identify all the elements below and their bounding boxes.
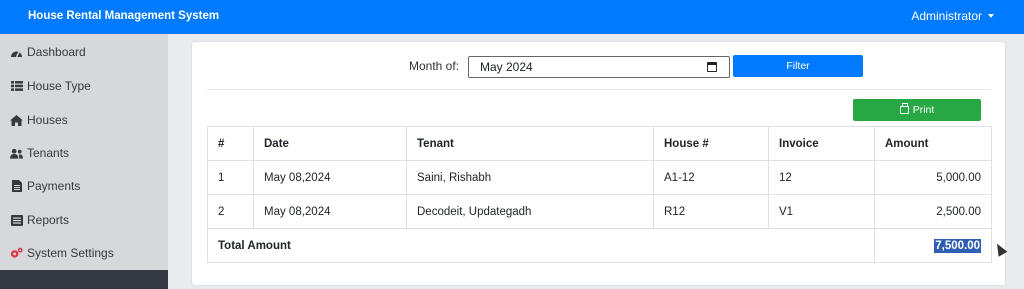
month-input[interactable]: May 2024 bbox=[468, 56, 730, 78]
file-invoice-icon bbox=[10, 180, 23, 193]
cell-house: A1-12 bbox=[653, 160, 769, 195]
sidebar-item-dashboard[interactable]: Dashboard bbox=[10, 42, 86, 62]
cell-tenant: Decodeit, Updategadh bbox=[406, 194, 654, 229]
sidebar-item-reports[interactable]: Reports bbox=[10, 210, 69, 230]
calendar-icon[interactable] bbox=[707, 62, 717, 72]
sidebar-item-label: Dashboard bbox=[27, 45, 86, 59]
cell-amount: 5,000.00 bbox=[874, 160, 992, 195]
users-icon bbox=[10, 147, 23, 160]
column-header-tenant: Tenant bbox=[406, 126, 654, 161]
home-icon bbox=[10, 114, 23, 127]
caret-down-icon bbox=[988, 14, 994, 18]
sidebar-footer bbox=[0, 270, 168, 289]
column-header-number: # bbox=[207, 126, 254, 161]
user-menu[interactable]: Administrator bbox=[911, 9, 994, 23]
top-navbar: House Rental Management System Administr… bbox=[0, 0, 1024, 34]
payments-report-table: # Date Tenant House # Invoice Amount 1 M… bbox=[207, 126, 992, 263]
sidebar-item-label: Payments bbox=[27, 179, 81, 193]
list-icon bbox=[10, 80, 23, 93]
sidebar-item-payments[interactable]: Payments bbox=[10, 176, 80, 196]
sidebar-item-tenants[interactable]: Tenants bbox=[10, 143, 69, 163]
month-input-value: May 2024 bbox=[480, 60, 533, 74]
filter-button[interactable]: Filter bbox=[733, 55, 863, 77]
cell-number: 1 bbox=[207, 160, 254, 195]
print-button[interactable]: Print bbox=[853, 99, 981, 121]
sidebar-item-system-settings[interactable]: System Settings bbox=[10, 243, 114, 263]
sidebar-item-label: Houses bbox=[27, 113, 68, 127]
sidebar-item-label: Reports bbox=[27, 213, 70, 227]
sidebar-item-label: House Type bbox=[27, 79, 91, 93]
cell-tenant: Saini, Rishabh bbox=[406, 160, 654, 195]
sidebar-item-label: Tenants bbox=[27, 146, 70, 160]
column-header-invoice: Invoice bbox=[768, 126, 875, 161]
cell-number: 2 bbox=[207, 194, 254, 229]
sidebar-item-label: System Settings bbox=[27, 246, 114, 260]
column-header-date: Date bbox=[253, 126, 407, 161]
total-row: Total Amount 7,500.00 bbox=[207, 228, 992, 263]
divider bbox=[207, 89, 991, 90]
print-button-label: Print bbox=[912, 104, 935, 116]
list-alt-icon bbox=[10, 214, 23, 227]
table-header-row: # Date Tenant House # Invoice Amount bbox=[207, 126, 992, 161]
cell-house: R12 bbox=[653, 194, 769, 229]
sidebar-item-house-type[interactable]: House Type bbox=[10, 76, 91, 96]
tachometer-icon bbox=[10, 46, 23, 59]
cell-date: May 08,2024 bbox=[253, 194, 407, 229]
month-filter-label: Month of: bbox=[409, 59, 460, 73]
column-header-house: House # bbox=[653, 126, 769, 161]
user-name: Administrator bbox=[911, 9, 982, 23]
column-header-amount: Amount bbox=[874, 126, 992, 161]
app-title: House Rental Management System bbox=[28, 10, 220, 22]
total-amount-cell: 7,500.00 bbox=[874, 228, 992, 263]
cogs-icon bbox=[10, 247, 23, 260]
cell-amount: 2,500.00 bbox=[874, 194, 992, 229]
cell-date: May 08,2024 bbox=[253, 160, 407, 195]
cell-invoice: V1 bbox=[768, 194, 875, 229]
cell-invoice: 12 bbox=[768, 160, 875, 195]
sidebar: Dashboard House Type Houses Tenants Paym… bbox=[0, 34, 168, 289]
total-amount-value: 7,500.00 bbox=[934, 238, 981, 253]
print-icon bbox=[899, 103, 909, 114]
sidebar-item-houses[interactable]: Houses bbox=[10, 110, 68, 130]
total-amount-label: Total Amount bbox=[207, 228, 875, 263]
table-row: 2 May 08,2024 Decodeit, Updategadh R12 V… bbox=[207, 194, 992, 229]
table-row: 1 May 08,2024 Saini, Rishabh A1-12 12 5,… bbox=[207, 160, 992, 195]
